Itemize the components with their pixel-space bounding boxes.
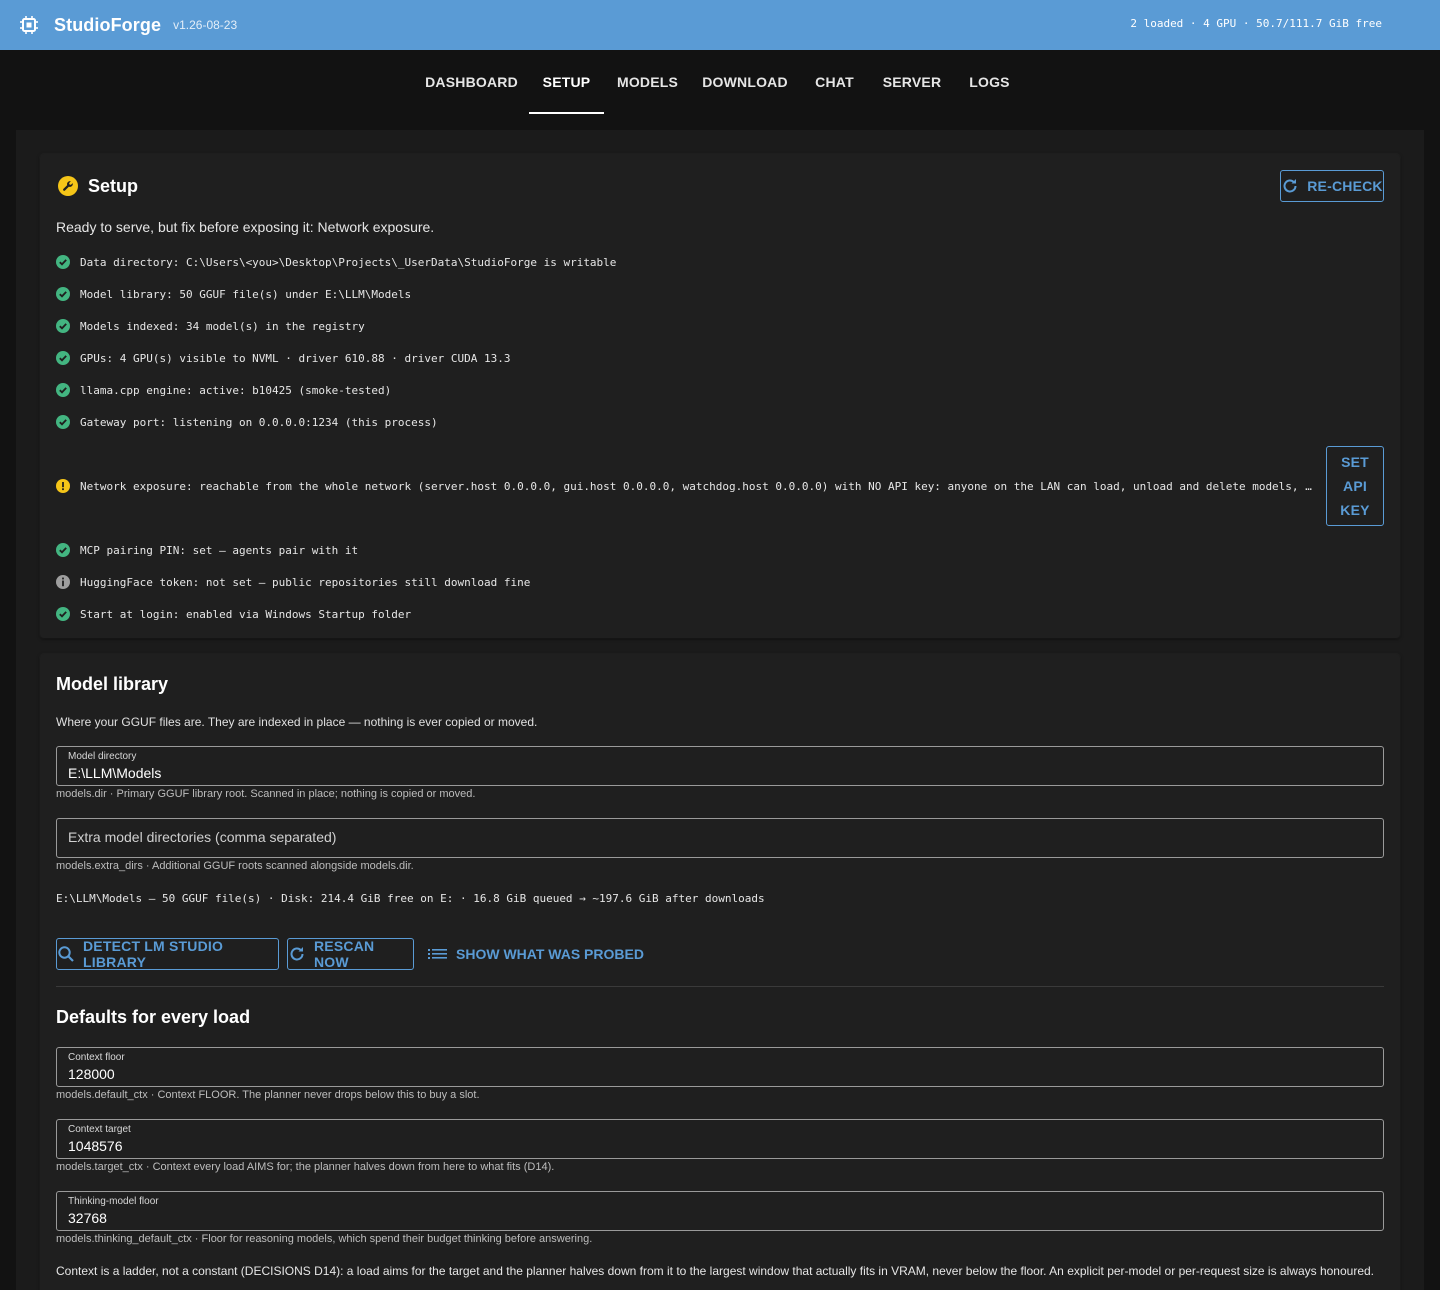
info-circle-icon xyxy=(56,575,70,589)
check-circle-icon xyxy=(56,383,70,397)
model-directory-field[interactable]: Model directory E:\LLM\Models xyxy=(56,746,1384,786)
tab-download[interactable]: DOWNLOAD xyxy=(692,50,798,114)
context-target-hint: models.target_ctx · Context every load A… xyxy=(56,1161,555,1173)
model-library-card: Model library Where your GGUF files are.… xyxy=(40,654,1400,1290)
context-floor-hint: models.default_ctx · Context FLOOR. The … xyxy=(56,1089,480,1101)
list-icon xyxy=(428,947,448,961)
tab-logs[interactable]: LOGS xyxy=(957,50,1022,114)
page-content: Setup RE-CHECK Ready to serve, but fix b… xyxy=(16,130,1424,1290)
detect-lm-studio-button[interactable]: DETECT LM STUDIO LIBRARY xyxy=(56,938,279,970)
setup-card: Setup RE-CHECK Ready to serve, but fix b… xyxy=(40,154,1400,638)
context-floor-field[interactable]: Context floor 128000 xyxy=(56,1047,1384,1087)
app-brand[interactable]: StudioForge xyxy=(54,15,161,36)
library-description: Where your GGUF files are. They are inde… xyxy=(56,715,538,729)
check-item: Gateway port: listening on 0.0.0.0:1234 … xyxy=(56,412,438,432)
refresh-icon xyxy=(1281,177,1299,195)
app-version: v1.26-08-23 xyxy=(173,18,238,32)
set-api-key-button[interactable]: SET API KEY xyxy=(1326,446,1384,526)
context-ladder-note: Context is a ladder, not a constant (DEC… xyxy=(56,1264,1374,1278)
check-item: Start at login: enabled via Windows Star… xyxy=(56,604,411,624)
check-item: MCP pairing PIN: set — agents pair with … xyxy=(56,540,358,560)
check-circle-icon xyxy=(56,607,70,621)
section-divider xyxy=(56,986,1384,987)
model-directory-hint: models.dir · Primary GGUF library root. … xyxy=(56,788,476,800)
check-item: GPUs: 4 GPU(s) visible to NVML · driver … xyxy=(56,348,510,368)
check-item-info: HuggingFace token: not set — public repo… xyxy=(56,572,530,592)
tab-models[interactable]: MODELS xyxy=(606,50,689,114)
warning-circle-icon xyxy=(56,479,70,493)
check-circle-icon xyxy=(56,255,70,269)
extra-model-directories-field[interactable]: Extra model directories (comma separated… xyxy=(56,818,1384,858)
recheck-button[interactable]: RE-CHECK xyxy=(1280,170,1384,202)
search-icon xyxy=(57,945,75,963)
check-item: Data directory: C:\Users\<you>\Desktop\P… xyxy=(56,252,616,272)
main-nav: DASHBOARD SETUP MODELS DOWNLOAD CHAT SER… xyxy=(0,50,1440,130)
check-circle-icon xyxy=(56,351,70,365)
check-item: Model library: 50 GGUF file(s) under E:\… xyxy=(56,284,411,304)
setup-title: Setup xyxy=(88,176,139,196)
check-item: Models indexed: 34 model(s) in the regis… xyxy=(56,316,365,336)
defaults-title: Defaults for every load xyxy=(56,1007,251,1027)
check-circle-icon xyxy=(56,287,70,301)
active-tab-indicator xyxy=(529,112,604,114)
check-circle-icon xyxy=(56,319,70,333)
extra-directories-hint: models.extra_dirs · Additional GGUF root… xyxy=(56,860,414,872)
system-status: 2 loaded · 4 GPU · 50.7/111.7 GiB free xyxy=(1130,17,1382,30)
check-circle-icon xyxy=(56,415,70,429)
thinking-floor-hint: models.thinking_default_ctx · Floor for … xyxy=(56,1233,593,1245)
check-item-warning: Network exposure: reachable from the who… xyxy=(56,476,1316,496)
chip-icon xyxy=(18,14,40,36)
app-bar: StudioForge v1.26-08-23 2 loaded · 4 GPU… xyxy=(0,0,1440,50)
context-target-field[interactable]: Context target 1048576 xyxy=(56,1119,1384,1159)
library-title: Model library xyxy=(56,674,169,694)
check-item: llama.cpp engine: active: b10425 (smoke-… xyxy=(56,380,391,400)
check-circle-icon xyxy=(56,543,70,557)
tab-chat[interactable]: CHAT xyxy=(801,50,868,114)
tab-server[interactable]: SERVER xyxy=(870,50,954,114)
tab-dashboard[interactable]: DASHBOARD xyxy=(415,50,528,114)
thinking-model-floor-field[interactable]: Thinking-model floor 32768 xyxy=(56,1191,1384,1231)
show-probed-button[interactable]: SHOW WHAT WAS PROBED xyxy=(428,938,644,970)
refresh-icon xyxy=(288,945,306,963)
wrench-icon xyxy=(58,176,78,201)
rescan-now-button[interactable]: RESCAN NOW xyxy=(287,938,414,970)
tab-setup[interactable]: SETUP xyxy=(529,50,604,114)
disk-usage-line: E:\LLM\Models — 50 GGUF file(s) · Disk: … xyxy=(56,892,765,905)
setup-summary: Ready to serve, but fix before exposing … xyxy=(56,219,435,235)
